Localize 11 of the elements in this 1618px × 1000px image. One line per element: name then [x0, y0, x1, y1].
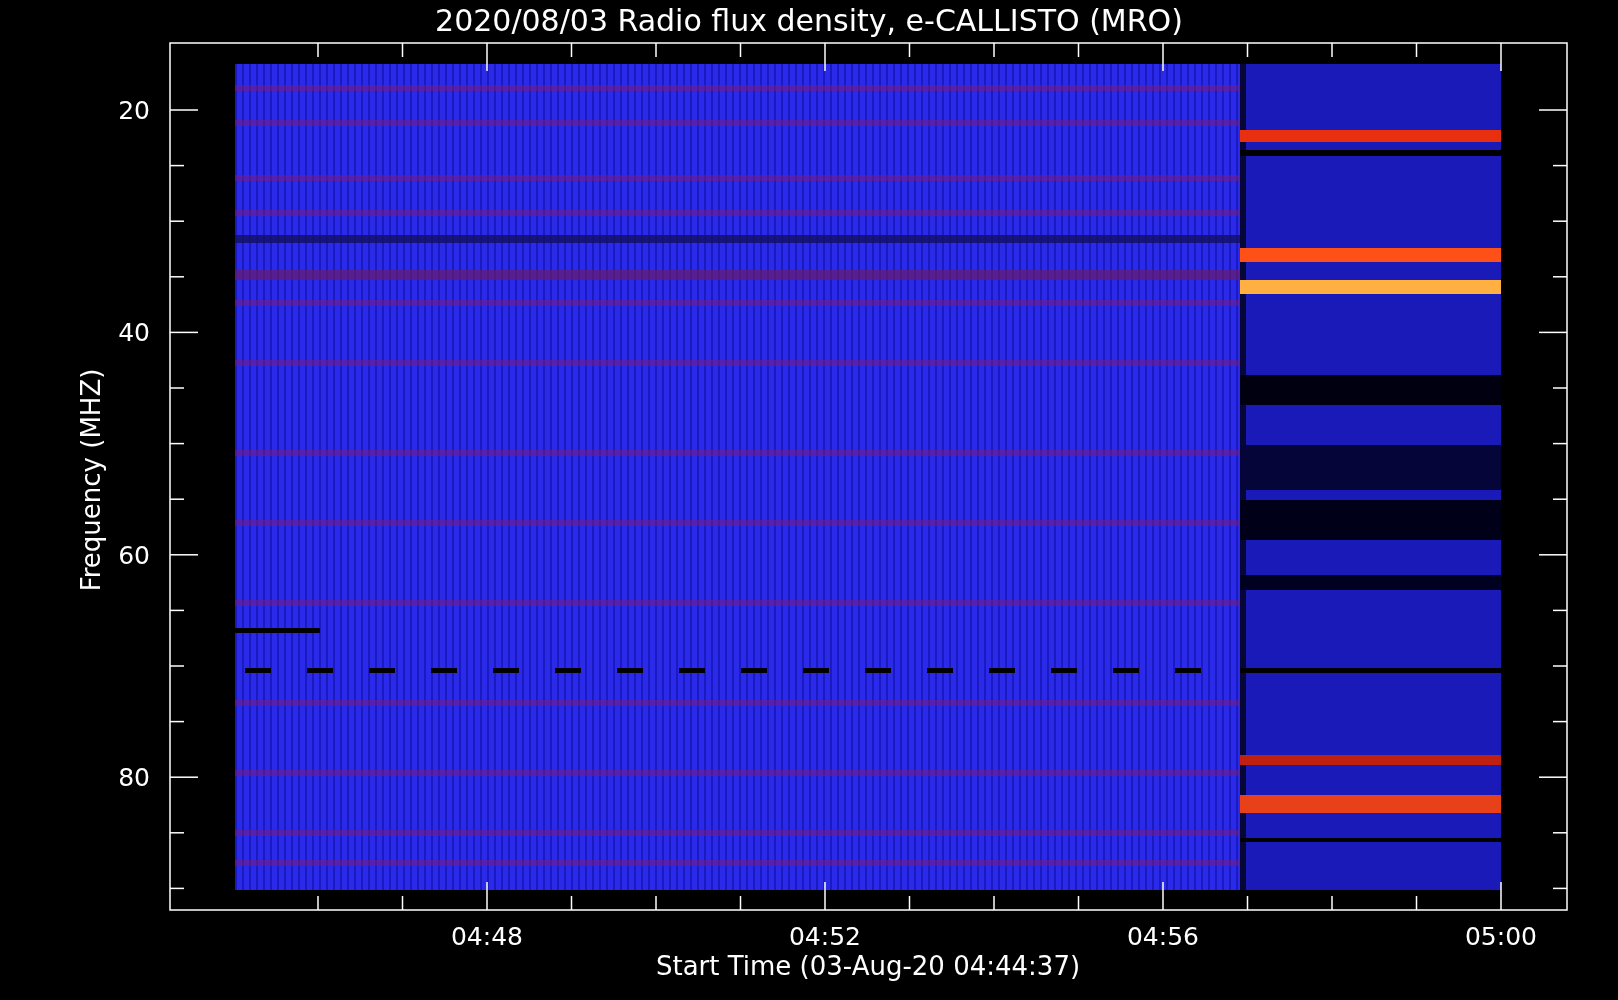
- y-tick-label: 20: [118, 96, 150, 125]
- y-axis-title: Frequency (MHZ): [76, 368, 106, 592]
- y-tick-label: 40: [118, 318, 150, 348]
- x-axis-title: Start Time (03-Aug-20 04:44:37): [655, 951, 1081, 981]
- x-tick-label: 04:56: [1127, 922, 1199, 951]
- y-tick-label: 60: [118, 540, 150, 570]
- x-tick-label: 05:00: [1465, 922, 1537, 951]
- x-tick-label: 04:52: [789, 922, 861, 951]
- chart-title: 2020/08/03 Radio flux density, e-CALLISTO (MRO): [435, 3, 1183, 38]
- x-tick-label: 04:48: [451, 922, 523, 951]
- y-tick-label: 80: [118, 763, 150, 793]
